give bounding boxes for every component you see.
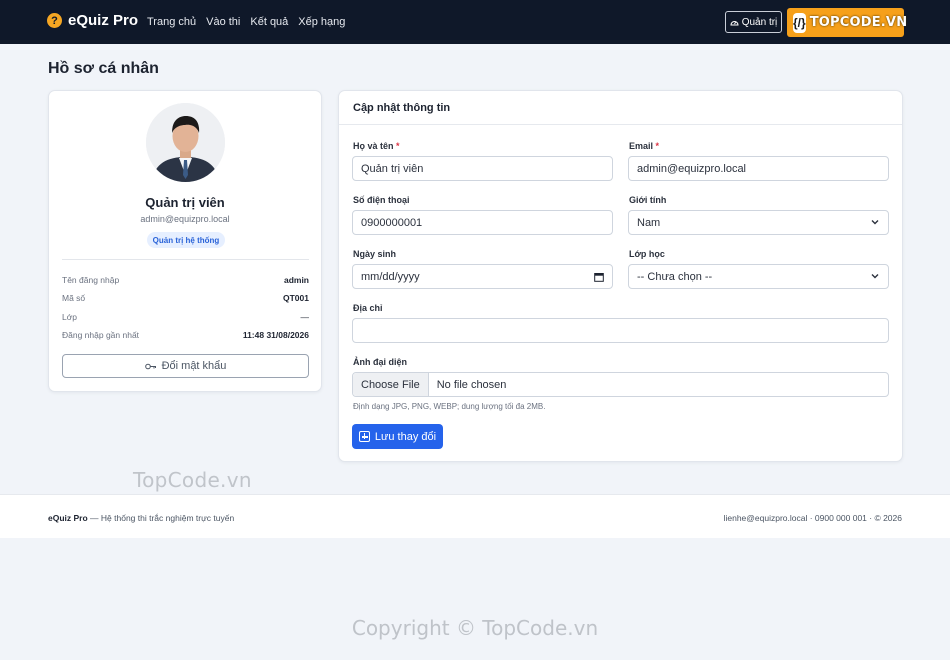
gender-value: Nam <box>637 216 661 229</box>
change-password-label: Đổi mật khẩu <box>161 360 227 372</box>
code-icon: {/} <box>793 12 806 33</box>
watermark-text-mid: TopCode.vn <box>133 468 252 492</box>
update-info-card: Cập nhật thông tin Họ và tên * Quản trị … <box>338 90 903 462</box>
top-navbar: ? eQuiz Pro Trang chủ Vào thi Kết quả Xế… <box>0 0 950 44</box>
dob-label: Ngày sinh <box>353 249 397 259</box>
info-row-code: Mã số QT001 <box>62 293 309 303</box>
divider <box>62 259 309 260</box>
info-value: QT001 <box>283 293 309 303</box>
info-value: — <box>300 312 310 322</box>
nav-link-results[interactable]: Kết quả <box>250 16 288 28</box>
footer-left: eQuiz Pro — Hệ thống thi trắc nghiệm trự… <box>48 513 234 523</box>
brand-logo[interactable]: ? eQuiz Pro <box>47 12 138 29</box>
footer-tagline: — Hệ thống thi trắc nghiệm trực tuyến <box>87 513 235 523</box>
fullname-input[interactable]: Quản trị viên <box>352 156 613 181</box>
footer: eQuiz Pro — Hệ thống thi trắc nghiệm trự… <box>0 494 950 538</box>
info-label: Đăng nhập gần nhất <box>62 330 140 340</box>
card-header: Cập nhật thông tin <box>339 91 902 125</box>
profile-card: Quản trị viên admin@equizpro.local Quản … <box>48 90 322 392</box>
avatar-file-input[interactable]: Choose File No file chosen <box>352 372 889 397</box>
info-row-class: Lớp — <box>62 312 309 322</box>
save-changes-button[interactable]: Lưu thay đổi <box>352 424 443 449</box>
chevron-down-icon <box>871 220 879 225</box>
phone-value: 0900000001 <box>361 216 423 229</box>
plus-square-icon <box>358 431 370 442</box>
role-badge: Quản trị hệ thống <box>147 232 225 248</box>
fullname-label: Họ và tên * <box>353 141 400 151</box>
file-status: No file chosen <box>436 378 507 391</box>
email-label: Email * <box>629 141 659 151</box>
dob-input[interactable]: mm/dd/yyyy <box>352 264 613 289</box>
profile-name: Quản trị viên <box>145 195 225 210</box>
copyright-watermark: Copyright © TopCode.vn <box>351 616 599 640</box>
nav-link-home[interactable]: Trang chủ <box>147 16 196 28</box>
info-row-username: Tên đăng nhập admin <box>62 275 309 285</box>
email-label-text: Email <box>629 141 654 151</box>
page-title: Hồ sơ cá nhân <box>48 60 159 77</box>
avatar <box>146 103 225 182</box>
gender-select[interactable]: Nam <box>628 210 889 235</box>
required-mark: * <box>396 141 400 151</box>
nav-link-take-exam[interactable]: Vào thi <box>206 16 240 28</box>
watermark-text: TOPCODE.VN <box>809 15 908 30</box>
avatar-label: Ảnh đại diện <box>353 357 407 367</box>
info-label: Mã số <box>62 293 86 303</box>
phone-input[interactable]: 0900000001 <box>352 210 613 235</box>
choose-file-button[interactable]: Choose File <box>353 373 429 396</box>
dashboard-icon <box>730 21 739 26</box>
admin-button[interactable]: Quản trị <box>725 11 782 33</box>
footer-contact: lienhe@equizpro.local · 0900 000 001 · ©… <box>723 513 902 523</box>
email-input[interactable]: admin@equizpro.local <box>628 156 889 181</box>
nav-link-ranking[interactable]: Xếp hạng <box>298 16 345 28</box>
profile-email: admin@equizpro.local <box>140 214 230 224</box>
dob-placeholder: mm/dd/yyyy <box>361 270 420 283</box>
calendar-icon[interactable] <box>594 272 604 282</box>
topcode-watermark-logo: {/} TOPCODE.VN <box>787 8 907 37</box>
info-label: Lớp <box>62 312 78 322</box>
info-row-last-login: Đăng nhập gần nhất 11:48 31/08/2026 <box>62 330 309 340</box>
class-label: Lớp học <box>629 249 665 259</box>
class-value: -- Chưa chọn -- <box>637 270 713 283</box>
address-label: Địa chỉ <box>353 303 383 313</box>
gender-label: Giới tính <box>629 195 667 205</box>
file-hint: Định dạng JPG, PNG, WEBP; dung lượng tối… <box>353 402 546 411</box>
class-select[interactable]: -- Chưa chọn -- <box>628 264 889 289</box>
phone-label: Số điện thoại <box>353 195 410 205</box>
admin-button-label: Quản trị <box>741 16 778 28</box>
question-icon: ? <box>47 13 62 28</box>
fullname-label-text: Họ và tên <box>353 141 394 151</box>
save-changes-label: Lưu thay đổi <box>374 430 437 443</box>
email-value: admin@equizpro.local <box>637 162 747 175</box>
address-input[interactable] <box>352 318 889 343</box>
chevron-down-icon <box>871 274 879 279</box>
info-value: admin <box>283 275 309 285</box>
brand-name: eQuiz Pro <box>68 12 139 29</box>
fullname-value: Quản trị viên <box>361 162 424 175</box>
footer-brand: eQuiz Pro <box>48 513 88 523</box>
info-value: 11:48 31/08/2026 <box>242 330 309 340</box>
nav-links: Trang chủ Vào thi Kết quả Xếp hạng <box>147 16 345 28</box>
key-icon <box>144 363 156 369</box>
change-password-button[interactable]: Đổi mật khẩu <box>62 354 309 378</box>
required-mark: * <box>655 141 660 151</box>
info-label: Tên đăng nhập <box>62 275 120 285</box>
